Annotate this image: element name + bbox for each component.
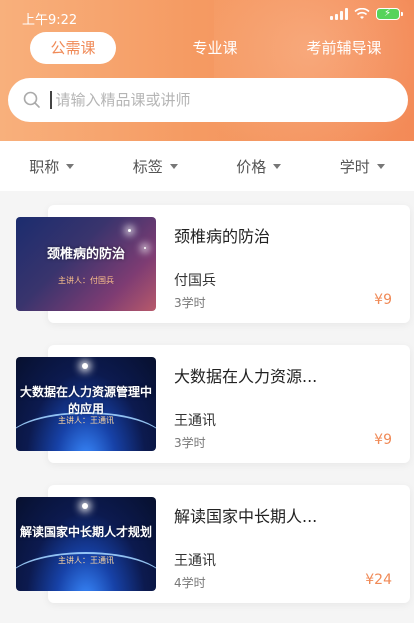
course-card[interactable]: 解读国家中长期人才规划 主讲人：王通讯 解读国家中长期人... 王通讯 4学时 … (16, 485, 410, 603)
course-price: ¥9 (374, 432, 392, 448)
course-thumbnail: 大数据在人力资源管理中的应用 主讲人：王通讯 (16, 357, 156, 451)
search-icon (22, 90, 42, 110)
filter-title[interactable]: 职称 (0, 141, 104, 191)
filter-label: 标签 (132, 157, 163, 176)
course-hours: 3学时 (174, 436, 206, 450)
course-price: ¥9 (374, 292, 392, 308)
status-icons: ⚡ (330, 7, 403, 20)
filter-label: 价格 (236, 157, 267, 176)
thumbnail-title: 解读国家中长期人才规划 (19, 525, 152, 539)
thumbnail-speaker: 主讲人：王通讯 (58, 416, 114, 425)
light-flare-decoration (82, 363, 88, 369)
status-bar: 上午9:22 ⚡ (0, 0, 414, 32)
tab-professional-course[interactable]: 专业课 (185, 32, 245, 64)
dropdown-arrow-icon (376, 163, 385, 169)
sparkle-decoration (128, 229, 131, 232)
status-time: 上午9:22 (22, 13, 78, 28)
filter-hours[interactable]: 学时 (311, 141, 414, 191)
header: 上午9:22 ⚡ 公需课 专业课 考前辅导课 (0, 0, 414, 141)
filter-price[interactable]: 价格 (207, 141, 311, 191)
thumbnail-speaker: 主讲人：王通讯 (58, 556, 114, 565)
text-caret (50, 91, 52, 109)
course-card[interactable]: 大数据在人力资源管理中的应用 主讲人：王通讯 大数据在人力资源... 王通讯 3… (16, 345, 410, 463)
course-lecturer: 王通讯 (174, 413, 216, 429)
dropdown-arrow-icon (66, 163, 75, 169)
course-title: 颈椎病的防治 (174, 227, 271, 246)
course-title: 解读国家中长期人... (174, 507, 318, 526)
course-thumbnail: 颈椎病的防治 主讲人：付国兵 (16, 217, 156, 311)
thumbnail-speaker: 主讲人：付国兵 (58, 276, 114, 285)
dropdown-arrow-icon (273, 163, 282, 169)
tab-public-course[interactable]: 公需课 (30, 32, 116, 64)
filter-label: 职称 (29, 157, 60, 176)
filter-label: 学时 (339, 157, 370, 176)
filter-tag[interactable]: 标签 (104, 141, 208, 191)
course-thumbnail: 解读国家中长期人才规划 主讲人：王通讯 (16, 497, 156, 591)
thumbnail-title: 大数据在人力资源管理中的应用 (19, 385, 152, 416)
course-card[interactable]: 颈椎病的防治 主讲人：付国兵 颈椎病的防治 付国兵 3学时 ¥9 (16, 205, 410, 323)
course-tabs: 公需课 专业课 考前辅导课 (0, 32, 414, 68)
search-input[interactable] (55, 86, 376, 114)
filter-bar: 职称 标签 价格 学时 (0, 141, 414, 191)
course-title: 大数据在人力资源... (174, 367, 318, 386)
course-price: ¥24 (365, 572, 392, 588)
dropdown-arrow-icon (169, 163, 178, 169)
course-lecturer: 付国兵 (174, 273, 216, 289)
course-hours: 3学时 (174, 296, 206, 310)
battery-icon: ⚡ (376, 8, 403, 20)
course-lecturer: 王通讯 (174, 553, 216, 569)
thumbnail-title: 颈椎病的防治 (46, 247, 125, 262)
search-bar[interactable] (8, 78, 408, 122)
wifi-icon (354, 7, 370, 20)
tab-exam-tutoring[interactable]: 考前辅导课 (298, 32, 390, 64)
course-hours: 4学时 (174, 576, 206, 590)
signal-icon (330, 8, 348, 20)
light-flare-decoration (82, 503, 88, 509)
